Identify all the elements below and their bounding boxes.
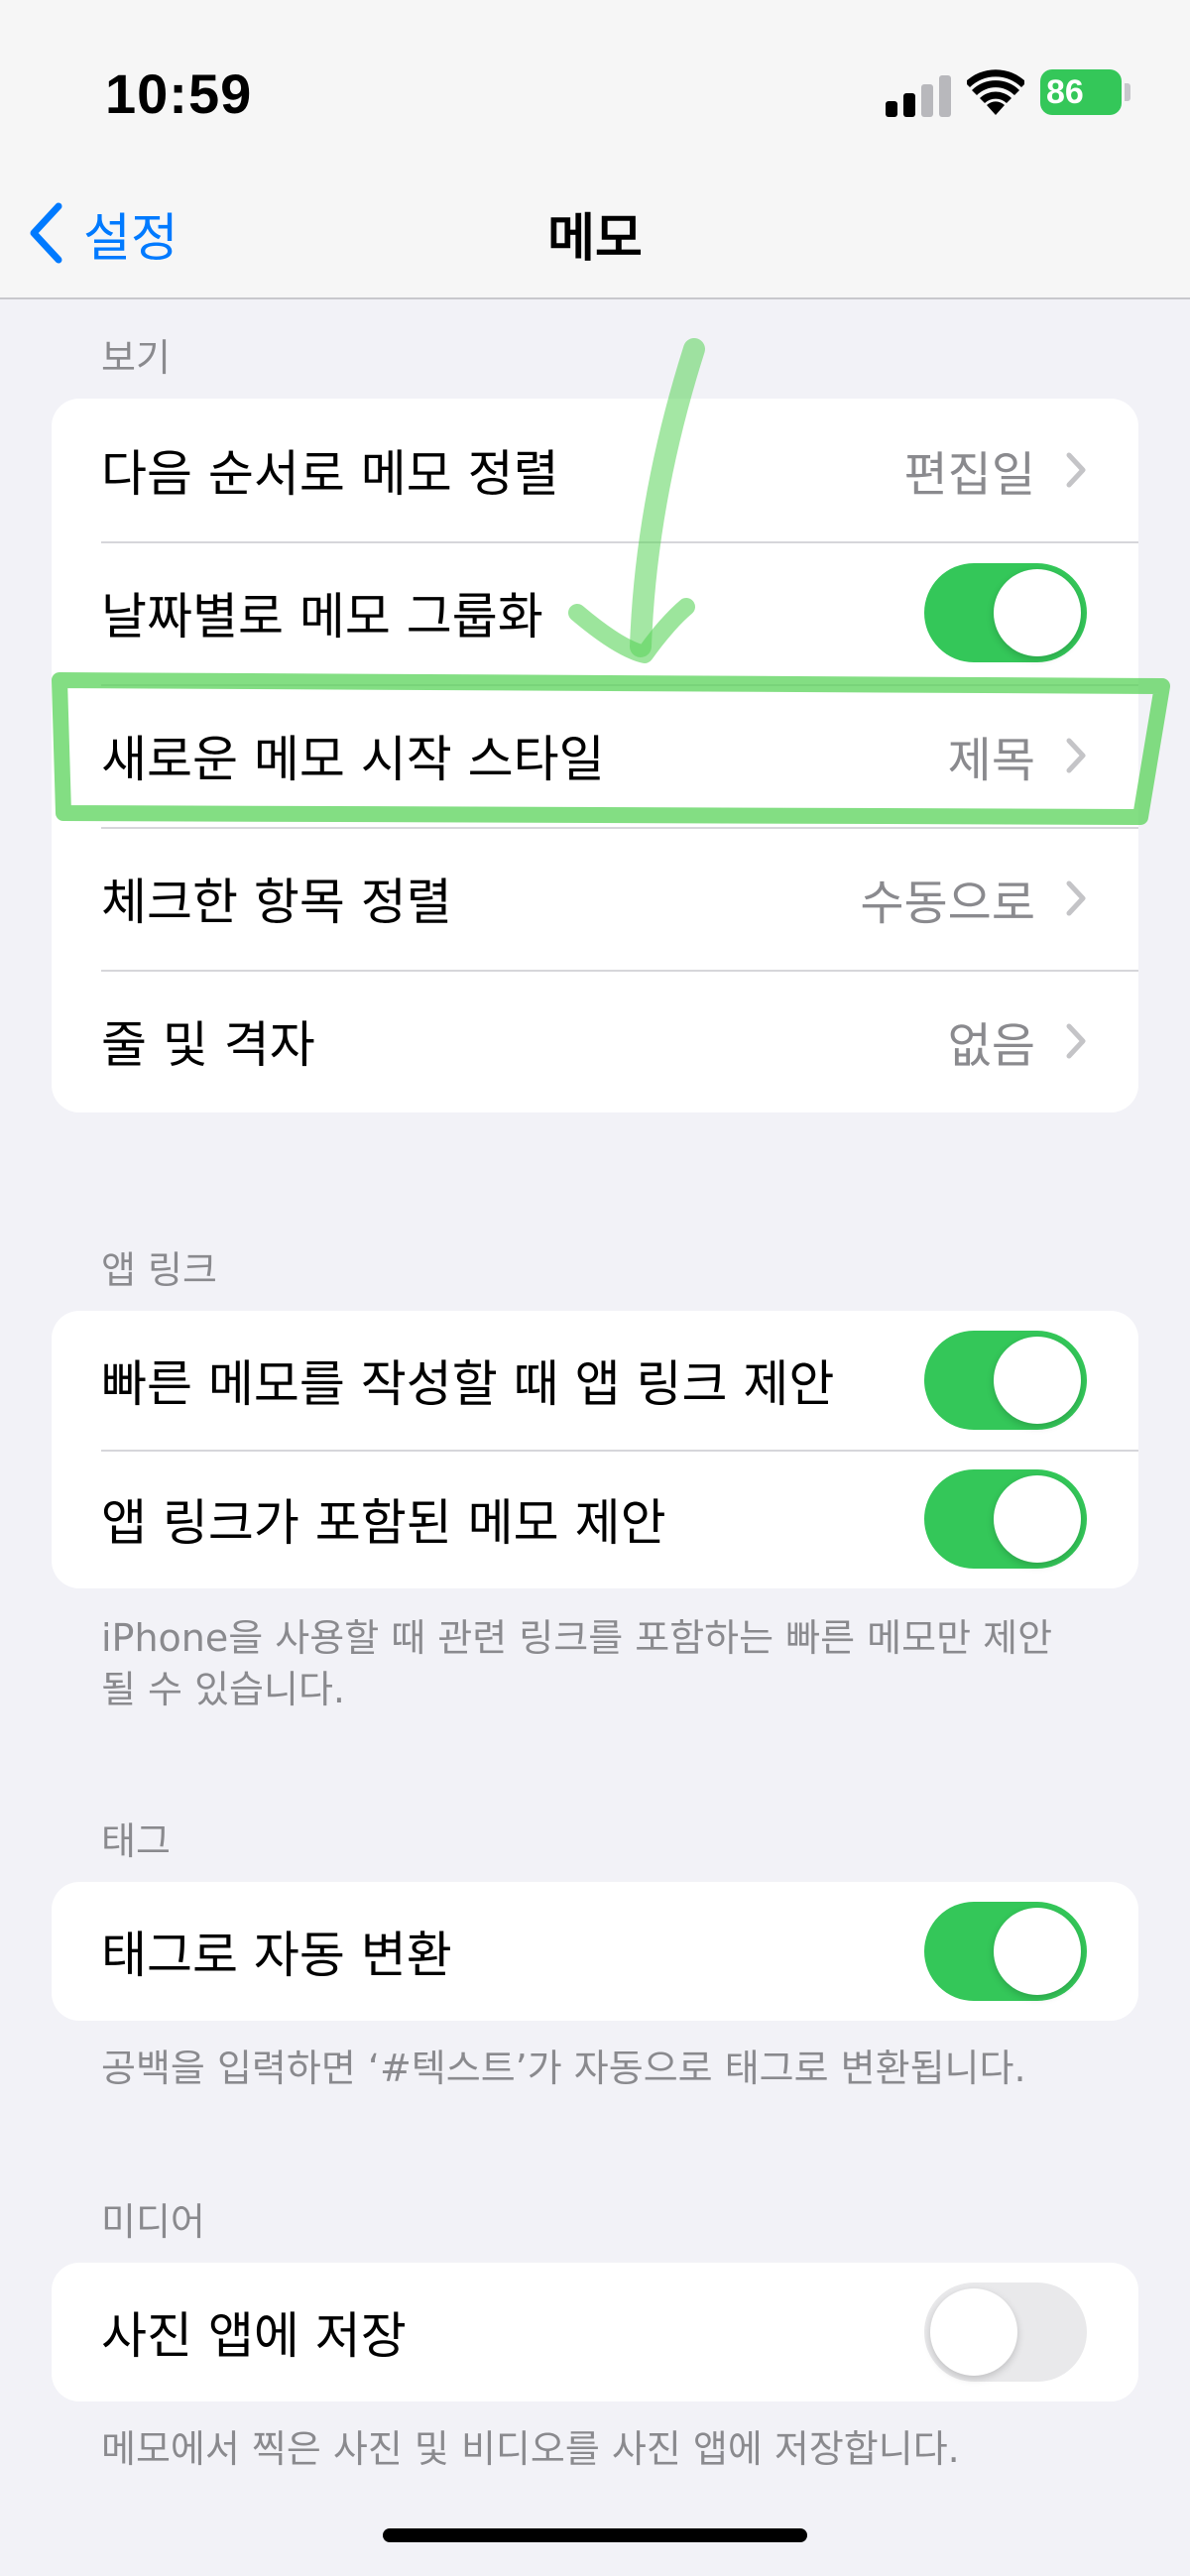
row-label: 다음 순서로 메모 정렬 [101, 445, 559, 503]
row-label: 사진 앱에 저장 [101, 2307, 407, 2365]
cellular-signal-icon [886, 75, 951, 117]
suggest-notes-with-app-links-row: 앱 링크가 포함된 메모 제안 [52, 1450, 1138, 1588]
row-value: 편집일 [903, 447, 1035, 503]
status-bar: 10:59 86 [0, 0, 1190, 178]
chevron-right-icon [1066, 452, 1086, 488]
battery-level: 86 [1046, 73, 1084, 111]
lines-and-grids-row[interactable]: 줄 및 격자 없음 [52, 970, 1138, 1112]
group-by-date-row: 날짜별로 메모 그룹화 [52, 541, 1138, 684]
save-to-photos-toggle[interactable] [924, 2283, 1087, 2382]
row-label: 빠른 메모를 작성할 때 앱 링크 제안 [101, 1355, 835, 1413]
row-value: 없음 [947, 1018, 1035, 1074]
group-by-date-toggle[interactable] [924, 563, 1087, 662]
row-value: 제목 [947, 733, 1035, 788]
battery-icon: 86 [1040, 69, 1122, 115]
chevron-right-icon [1066, 1023, 1086, 1059]
row-label: 줄 및 격자 [101, 1016, 315, 1074]
app-links-group: 빠른 메모를 작성할 때 앱 링크 제안 앱 링크가 포함된 메모 제안 [52, 1311, 1138, 1588]
app-links-footer: iPhone을 사용할 때 관련 링크를 포함하는 빠른 메모만 제안될 수 있… [101, 1616, 1053, 1711]
toggle-knob [994, 1475, 1081, 1563]
page-title: 메모 [547, 209, 643, 269]
sort-checked-items-row[interactable]: 체크한 항목 정렬 수동으로 [52, 827, 1138, 970]
tags-group: 태그로 자동 변환 [52, 1882, 1138, 2021]
chevron-right-icon [1066, 880, 1086, 916]
media-footer: 메모에서 찍은 사진 및 비디오를 사진 앱에 저장합니다. [101, 2427, 960, 2471]
section-header-view: 보기 [101, 336, 171, 380]
row-label: 앱 링크가 포함된 메모 제안 [101, 1494, 666, 1552]
row-label: 새로운 메모 시작 스타일 [101, 731, 605, 788]
sort-notes-row[interactable]: 다음 순서로 메모 정렬 편집일 [52, 399, 1138, 541]
row-label: 태그로 자동 변환 [101, 1927, 452, 1984]
row-label: 체크한 항목 정렬 [101, 874, 452, 931]
section-header-tags: 태그 [101, 1819, 171, 1863]
quick-note-app-link-toggle[interactable] [924, 1331, 1087, 1430]
section-header-app-links: 앱 링크 [101, 1248, 217, 1292]
battery-cap [1125, 83, 1130, 101]
status-time: 10:59 [105, 62, 253, 125]
row-value: 수동으로 [860, 876, 1035, 931]
section-header-media: 미디어 [101, 2200, 205, 2244]
row-label: 날짜별로 메모 그룹화 [101, 588, 543, 645]
save-to-photos-row: 사진 앱에 저장 [52, 2263, 1138, 2401]
toggle-knob [994, 569, 1081, 656]
home-indicator[interactable] [383, 2528, 807, 2542]
new-note-style-row[interactable]: 새로운 메모 시작 스타일 제목 [52, 684, 1138, 827]
toggle-knob [930, 2288, 1017, 2376]
navigation-bar: 설정 메모 [0, 178, 1190, 299]
toggle-knob [994, 1908, 1081, 1995]
wifi-icon [967, 69, 1024, 115]
media-group: 사진 앱에 저장 [52, 2263, 1138, 2401]
auto-convert-tags-row: 태그로 자동 변환 [52, 1882, 1138, 2021]
tags-footer: 공백을 입력하면 ‘#텍스트’가 자동으로 태그로 변환됩니다. [101, 2047, 1026, 2090]
auto-convert-tags-toggle[interactable] [924, 1902, 1087, 2001]
chevron-right-icon [1066, 738, 1086, 773]
toggle-knob [994, 1337, 1081, 1424]
quick-note-app-link-row: 빠른 메모를 작성할 때 앱 링크 제안 [52, 1311, 1138, 1450]
view-settings-group: 다음 순서로 메모 정렬 편집일 날짜별로 메모 그룹화 새로운 메모 시작 스… [52, 399, 1138, 1112]
suggest-notes-with-app-links-toggle[interactable] [924, 1469, 1087, 1569]
